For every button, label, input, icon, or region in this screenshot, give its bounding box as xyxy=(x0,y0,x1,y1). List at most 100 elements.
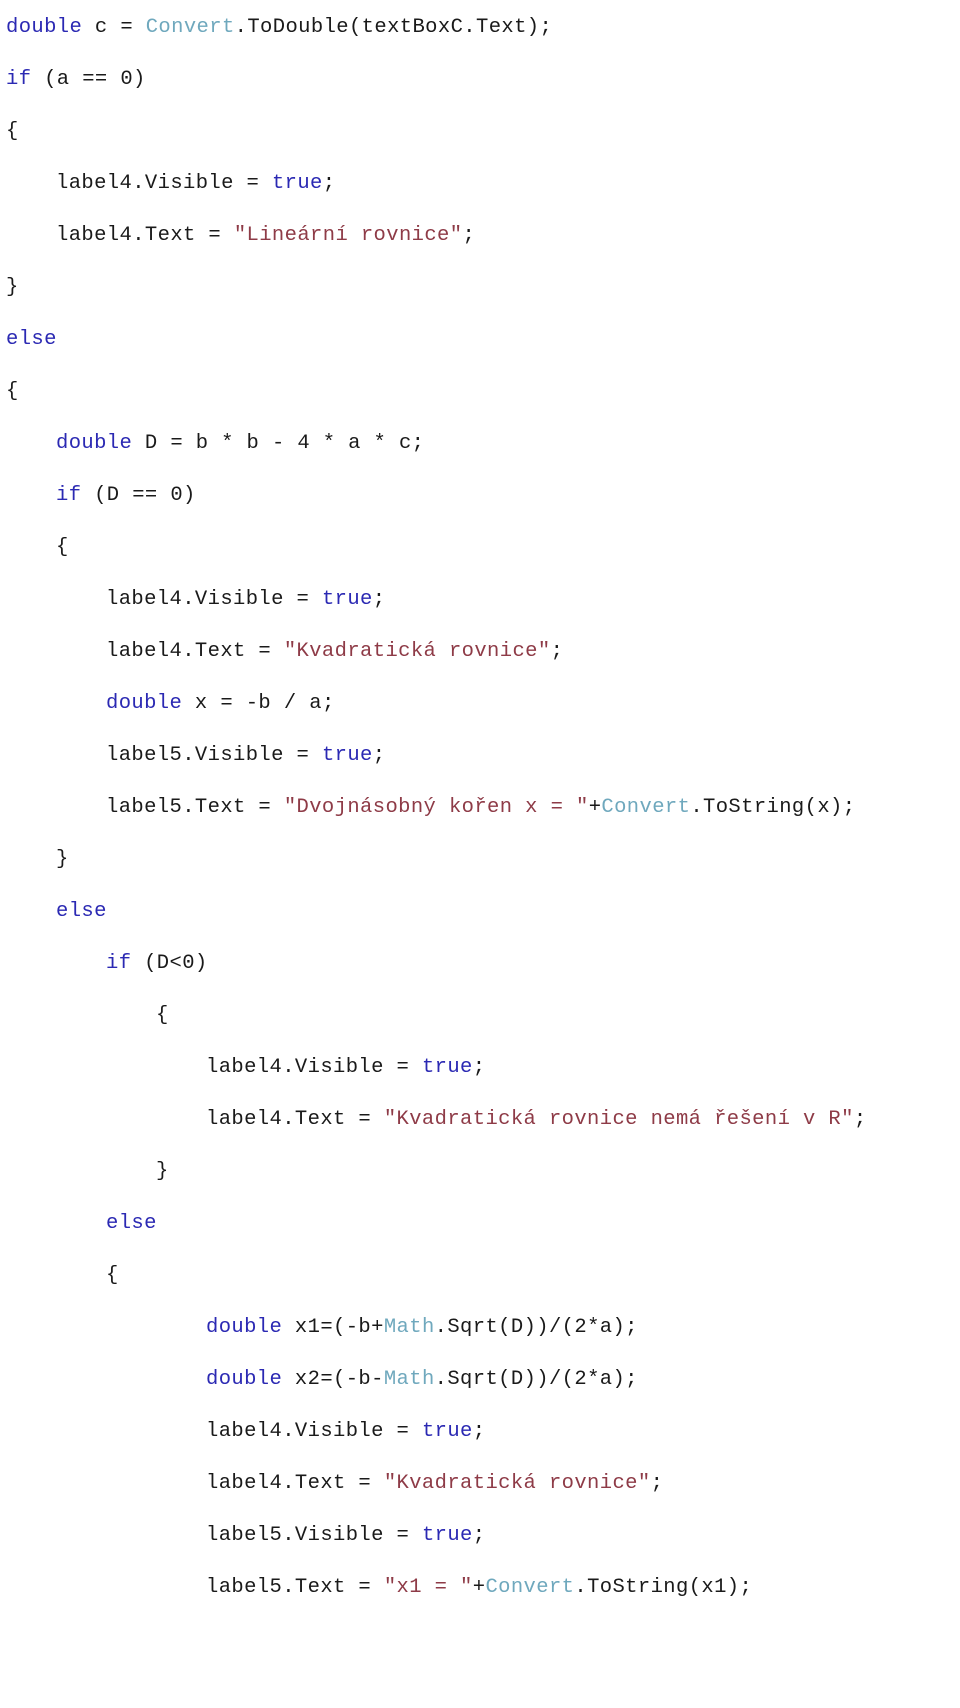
code-token-kw: else xyxy=(56,900,107,923)
code-line: label4.Text = "Kvadratická rovnice"; xyxy=(0,1458,960,1510)
code-token-type: Convert xyxy=(145,16,235,39)
code-token-plain: .Sqrt(D))/(2*a); xyxy=(434,1316,638,1339)
code-line: double D = b * b - 4 * a * c; xyxy=(0,418,960,470)
code-token-kw: true xyxy=(321,588,373,611)
code-line: label4.Visible = true; xyxy=(0,158,960,210)
code-token-kw: double xyxy=(56,432,133,455)
code-token-plain: { xyxy=(56,536,69,559)
code-token-plain: ; xyxy=(472,1056,486,1079)
code-line: label5.Visible = true; xyxy=(0,730,960,782)
code-token-plain: c = xyxy=(82,16,146,39)
code-token-plain: } xyxy=(156,1160,169,1183)
code-token-plain: label5.Text = xyxy=(206,1576,384,1599)
code-token-plain: ; xyxy=(550,640,564,663)
code-line: double x2=(-b-Math.Sqrt(D))/(2*a); xyxy=(0,1354,960,1406)
code-listing-page: double c = Convert.ToDouble(textBoxC.Tex… xyxy=(0,0,960,1708)
code-line: label5.Text = "x1 = "+Convert.ToString(x… xyxy=(0,1562,960,1614)
code-token-kw: if xyxy=(6,68,32,91)
code-token-plain: ; xyxy=(372,588,386,611)
code-line: double x1=(-b+Math.Sqrt(D))/(2*a); xyxy=(0,1302,960,1354)
code-token-type: Math xyxy=(383,1316,435,1339)
code-token-plain: ; xyxy=(472,1420,486,1443)
code-line: else xyxy=(0,1198,960,1250)
code-line: label5.Visible = true; xyxy=(0,1510,960,1562)
code-token-plain: ; xyxy=(462,224,476,247)
code-token-plain: label5.Visible = xyxy=(106,744,322,767)
code-token-plain: { xyxy=(156,1004,169,1027)
code-token-plain: { xyxy=(6,380,19,403)
code-token-plain: ; xyxy=(322,172,336,195)
code-line: if (D<0) xyxy=(0,938,960,990)
code-token-str: "x1 = " xyxy=(383,1576,473,1599)
code-body: double c = Convert.ToDouble(textBoxC.Tex… xyxy=(0,2,960,1614)
code-token-plain: { xyxy=(6,120,19,143)
code-token-plain: label4.Visible = xyxy=(56,172,272,195)
code-token-type: Convert xyxy=(601,796,691,819)
code-token-plain: ; xyxy=(853,1108,867,1131)
code-line: label4.Visible = true; xyxy=(0,1406,960,1458)
code-line: { xyxy=(0,366,960,418)
code-token-plain: label5.Text = xyxy=(106,796,284,819)
code-line: } xyxy=(0,1146,960,1198)
code-token-kw: if xyxy=(106,952,132,975)
code-token-plain: .ToDouble(textBoxC.Text); xyxy=(234,16,553,39)
code-token-plain: + xyxy=(472,1576,486,1599)
code-line: else xyxy=(0,314,960,366)
code-token-kw: double xyxy=(206,1316,283,1339)
code-line: if (a == 0) xyxy=(0,54,960,106)
code-token-plain: label4.Visible = xyxy=(206,1420,422,1443)
code-token-type: Math xyxy=(383,1368,435,1391)
code-token-plain: .ToString(x1); xyxy=(574,1576,753,1599)
code-line: double c = Convert.ToDouble(textBoxC.Tex… xyxy=(0,2,960,54)
code-line: { xyxy=(0,1250,960,1302)
code-line: if (D == 0) xyxy=(0,470,960,522)
code-token-plain: D = b * b - 4 * a * c; xyxy=(132,432,425,455)
code-token-kw: true xyxy=(421,1056,473,1079)
code-token-plain: ; xyxy=(650,1472,664,1495)
code-token-plain: (a == 0) xyxy=(31,68,146,91)
code-line: label5.Text = "Dvojnásobný kořen x = "+C… xyxy=(0,782,960,834)
code-token-kw: true xyxy=(421,1524,473,1547)
code-token-str: "Dvojnásobný kořen x = " xyxy=(283,796,589,819)
code-token-str: "Kvadratická rovnice" xyxy=(383,1472,651,1495)
code-token-kw: double xyxy=(206,1368,283,1391)
code-token-plain: ; xyxy=(472,1524,486,1547)
code-token-kw: else xyxy=(6,328,57,351)
code-token-kw: double xyxy=(6,16,83,39)
code-line: label4.Text = "Kvadratická rovnice nemá … xyxy=(0,1094,960,1146)
code-token-plain: (D == 0) xyxy=(81,484,196,507)
code-token-kw: double xyxy=(106,692,183,715)
code-token-type: Convert xyxy=(485,1576,575,1599)
code-line: label4.Visible = true; xyxy=(0,574,960,626)
code-line: label4.Visible = true; xyxy=(0,1042,960,1094)
code-token-plain: .ToString(x); xyxy=(690,796,856,819)
code-token-plain: x1=(-b+ xyxy=(282,1316,384,1339)
code-token-kw: if xyxy=(56,484,82,507)
code-token-plain: } xyxy=(6,276,19,299)
code-token-plain: { xyxy=(106,1264,119,1287)
code-line: double x = -b / a; xyxy=(0,678,960,730)
code-token-str: "Kvadratická rovnice" xyxy=(283,640,551,663)
code-token-plain: label5.Visible = xyxy=(206,1524,422,1547)
code-token-plain: } xyxy=(56,848,69,871)
code-token-plain: (D<0) xyxy=(131,952,208,975)
code-token-plain: label4.Text = xyxy=(206,1472,384,1495)
code-token-plain: label4.Text = xyxy=(106,640,284,663)
code-token-plain: x2=(-b- xyxy=(282,1368,384,1391)
code-line: { xyxy=(0,990,960,1042)
code-line: { xyxy=(0,106,960,158)
code-token-kw: true xyxy=(271,172,323,195)
code-token-kw: true xyxy=(421,1420,473,1443)
code-token-plain: + xyxy=(588,796,602,819)
code-token-plain: .Sqrt(D))/(2*a); xyxy=(434,1368,638,1391)
code-token-str: "Kvadratická rovnice nemá řešení v R" xyxy=(383,1108,854,1131)
code-token-plain: label4.Text = xyxy=(206,1108,384,1131)
code-token-kw: true xyxy=(321,744,373,767)
code-token-plain: label4.Visible = xyxy=(206,1056,422,1079)
code-line: } xyxy=(0,262,960,314)
code-token-plain: ; xyxy=(372,744,386,767)
code-token-kw: else xyxy=(106,1212,157,1235)
code-line: label4.Text = "Kvadratická rovnice"; xyxy=(0,626,960,678)
code-token-plain: label4.Text = xyxy=(56,224,234,247)
code-token-str: "Lineární rovnice" xyxy=(233,224,463,247)
